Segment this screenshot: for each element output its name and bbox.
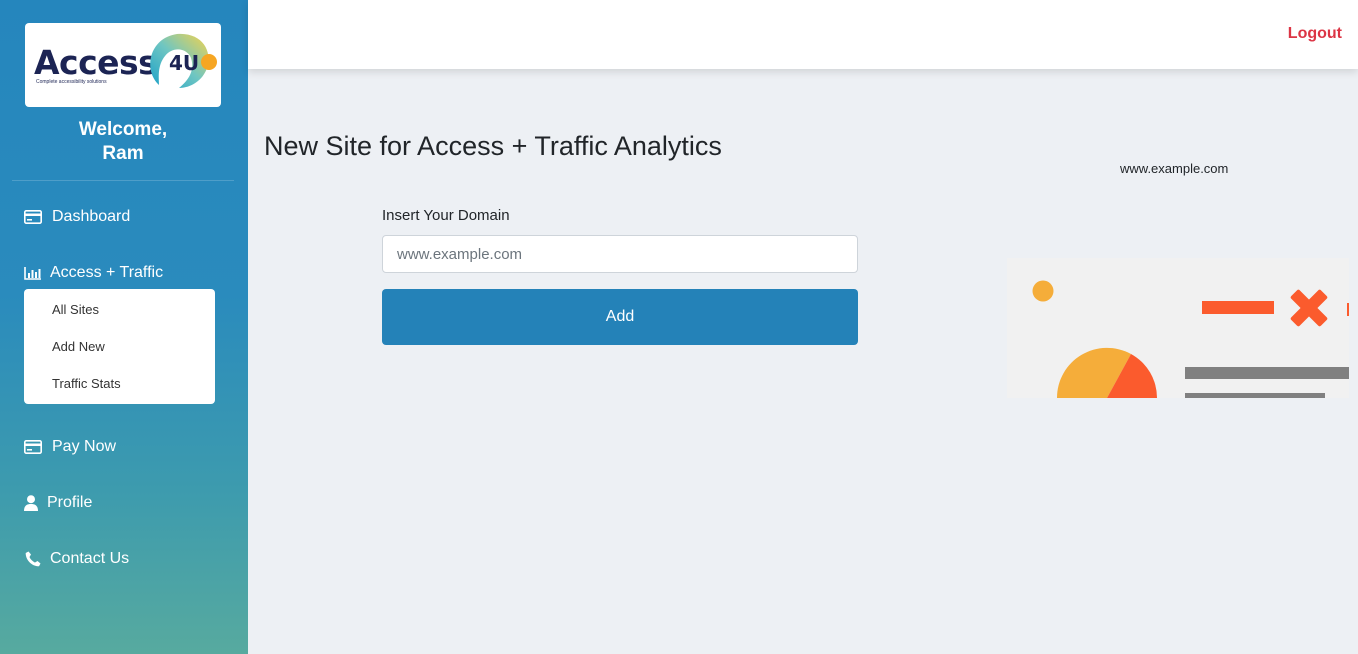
phone-icon (24, 551, 41, 567)
sidebar-item-label: Pay Now (52, 438, 117, 455)
welcome-message: Welcome, Ram (0, 118, 246, 166)
credit-card-icon (24, 440, 42, 454)
illustration-dot (1032, 280, 1054, 302)
brand-logo[interactable]: Access 4U Complete accessibility solutio… (25, 23, 221, 107)
domain-field-label: Insert Your Domain (382, 207, 510, 224)
add-button[interactable]: Add (382, 289, 858, 345)
sidebar-item-contact-us[interactable]: Contact Us (24, 550, 129, 568)
credit-card-icon (24, 210, 42, 224)
illustration-line (1185, 393, 1325, 398)
sidebar-item-label: Profile (47, 494, 93, 511)
sidebar-item-dashboard[interactable]: Dashboard (24, 208, 130, 226)
illustration-graphic (1032, 280, 1349, 398)
welcome-greeting: Welcome, (78, 119, 168, 140)
user-icon (24, 495, 38, 511)
logout-link[interactable]: Logout (1288, 25, 1342, 43)
domain-input[interactable] (382, 235, 858, 273)
brand-tagline: Complete accessibility solutions (36, 79, 107, 85)
sidebar: Access 4U Complete accessibility solutio… (0, 0, 248, 654)
illustration-bar (1202, 301, 1274, 314)
sidebar-item-label: Access + Traffic (50, 264, 164, 281)
sidebar-item-pay-now[interactable]: Pay Now (24, 438, 116, 456)
logo-badge: 4U (169, 51, 199, 75)
sidebar-item-label: Contact Us (50, 550, 130, 567)
sidebar-item-label: Dashboard (52, 208, 131, 225)
submenu-item-add-new[interactable]: Add New (24, 335, 215, 372)
bar-chart-icon (24, 266, 42, 280)
submenu-item-traffic-stats[interactable]: Traffic Stats (24, 372, 215, 409)
brand-name: Access (34, 43, 158, 82)
illustration-line (1185, 367, 1349, 379)
page-title: New Site for Access + Traffic Analytics (264, 131, 722, 161)
website-illustration (1007, 258, 1349, 398)
welcome-user: Ram (102, 143, 144, 164)
preview-domain: www.example.com (1120, 161, 1229, 176)
access-traffic-submenu: All Sites Add New Traffic Stats (24, 289, 215, 404)
top-bar: Logout (248, 0, 1358, 69)
close-icon (1290, 289, 1328, 327)
sidebar-divider (12, 180, 234, 181)
sidebar-item-access-traffic[interactable]: Access + Traffic (24, 264, 163, 282)
sidebar-item-profile[interactable]: Profile (24, 494, 92, 512)
logo-swirl-icon: 4U (150, 33, 217, 88)
submenu-item-all-sites[interactable]: All Sites (24, 298, 215, 335)
